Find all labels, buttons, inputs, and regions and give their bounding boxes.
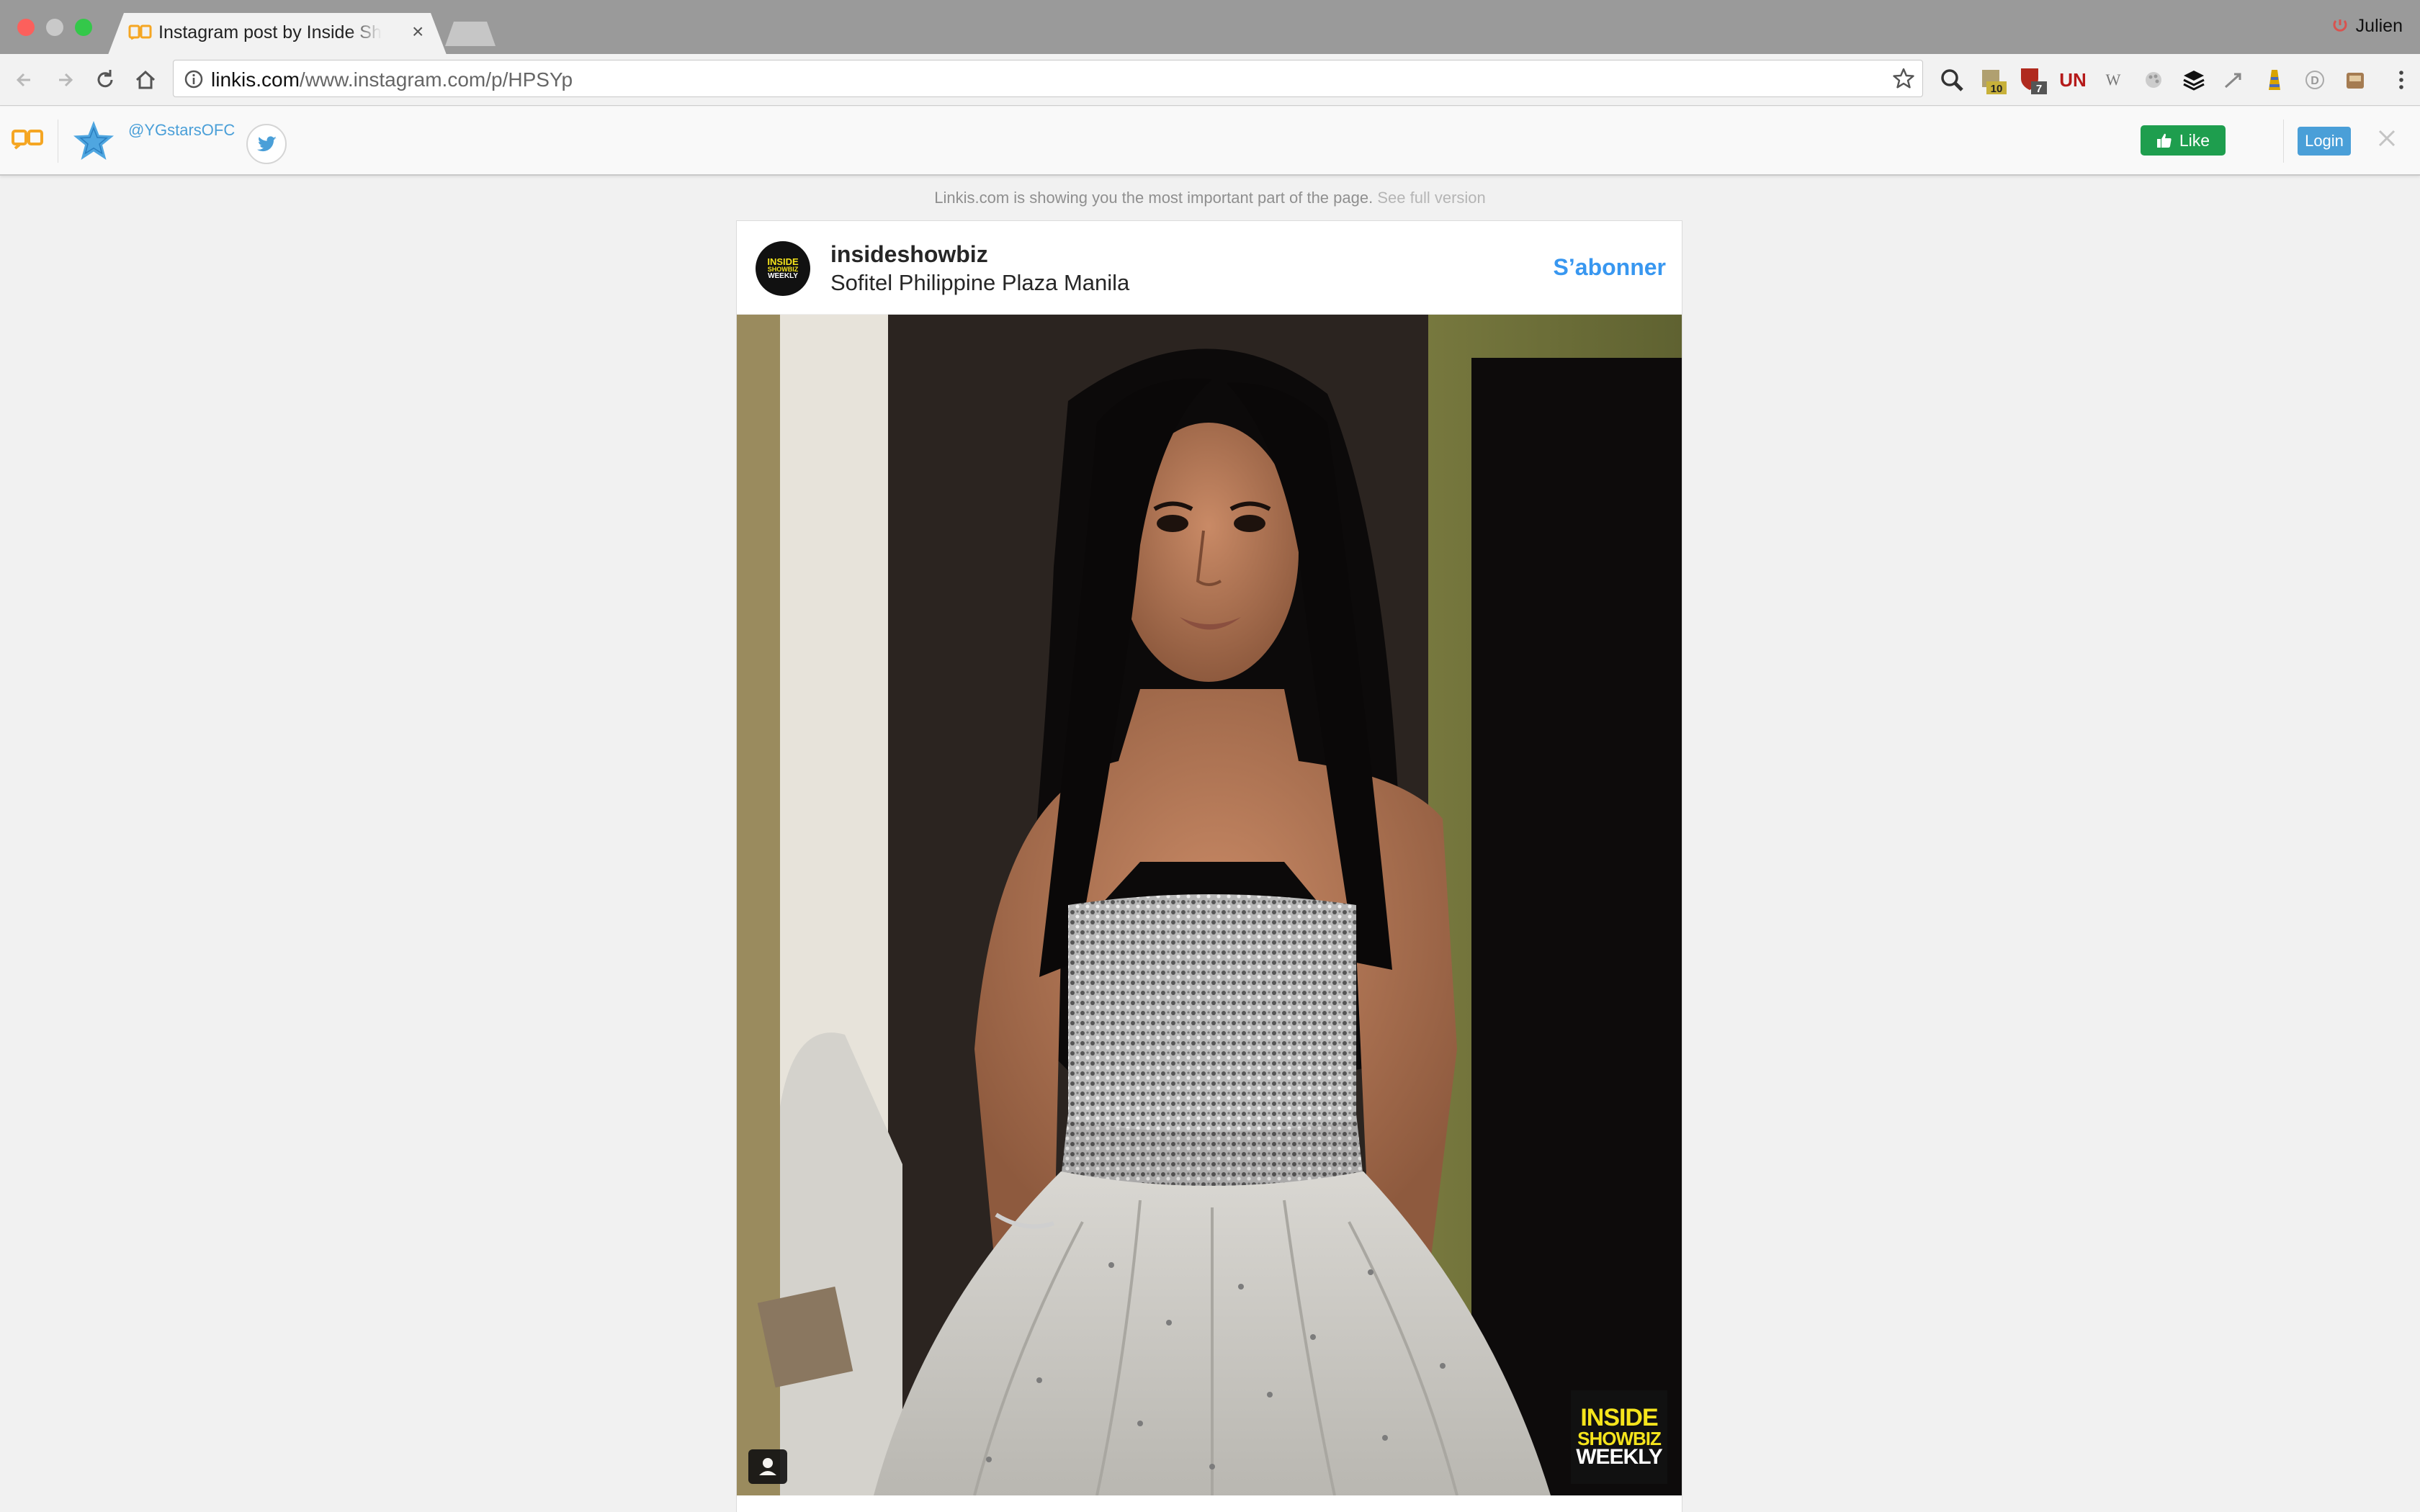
info-icon[interactable] — [184, 69, 204, 89]
post-header: INSIDE SHOWBIZ WEEKLY insideshowbiz Sofi… — [737, 221, 1682, 315]
login-button[interactable]: Login — [2298, 127, 2351, 156]
new-tab-button[interactable] — [445, 22, 496, 46]
profile-name: Julien — [2355, 16, 2403, 36]
wikipedia-icon[interactable]: W — [2097, 64, 2129, 96]
notice-text: Linkis.com is showing you the most impor… — [934, 189, 1373, 207]
user-tag-button[interactable] — [748, 1449, 787, 1484]
search-icon[interactable] — [1936, 64, 1968, 96]
svg-text:D: D — [2311, 75, 2319, 87]
shield-badge-count: 7 — [2036, 83, 2042, 95]
lighthouse-icon[interactable] — [2259, 64, 2290, 96]
browser-tab-active[interactable]: Instagram post by Inside Showbiz Weekly … — [108, 13, 447, 55]
browser-tab-strip: Instagram post by Inside Showbiz Weekly … — [0, 0, 2420, 55]
back-arrow-icon[interactable] — [9, 64, 40, 96]
home-icon[interactable] — [130, 64, 161, 96]
d-icon[interactable]: D — [2299, 64, 2331, 96]
archive-icon[interactable] — [2339, 64, 2371, 96]
like-button[interactable]: Like — [2141, 125, 2226, 156]
inside-showbiz-watermark: INSIDE SHOWBIZ WEEKLY — [1571, 1390, 1667, 1484]
profile-button[interactable]: Julien — [2331, 16, 2403, 37]
extensions-bar: 10 7 UN W D — [1936, 64, 2371, 96]
url-text: linkis.com/www.instagram.com/p/HPSYp — [211, 68, 573, 91]
person-icon — [759, 1458, 776, 1475]
close-window-button[interactable] — [17, 19, 35, 36]
address-bar[interactable]: linkis.com/www.instagram.com/p/HPSYp — [173, 60, 1923, 97]
linkis-notice: Linkis.com is showing you the most impor… — [0, 189, 2420, 207]
post-photo-illustration — [737, 315, 1682, 1495]
avatar[interactable]: INSIDE SHOWBIZ WEEKLY — [756, 241, 810, 296]
linkis-logo-icon[interactable] — [12, 128, 43, 150]
post-username[interactable]: insideshowbiz — [830, 241, 988, 268]
shield-badge-icon[interactable]: 7 — [2017, 64, 2048, 96]
buffer-icon[interactable] — [2178, 64, 2210, 96]
forward-arrow-icon[interactable] — [49, 64, 81, 96]
avatar-logo: INSIDE SHOWBIZ WEEKLY — [763, 254, 803, 283]
share-icon[interactable] — [2218, 64, 2250, 96]
linkis-bar: @YGstarsOFC Like Login — [0, 107, 2420, 176]
menu-dots-icon[interactable] — [2394, 64, 2408, 96]
bookmark-star-icon[interactable] — [1892, 67, 1915, 90]
calendar-badge-count: 10 — [1991, 83, 2003, 95]
tab-title: Instagram post by Inside Showbiz Weekly — [158, 22, 382, 42]
profile-icon — [2333, 19, 2347, 32]
watermark-line: INSIDE — [1580, 1404, 1658, 1432]
instagram-post-card: INSIDE SHOWBIZ WEEKLY insideshowbiz Sofi… — [736, 220, 1682, 1512]
tab-close-icon[interactable]: × — [412, 20, 424, 43]
divider — [2283, 120, 2284, 163]
reload-icon[interactable] — [89, 64, 121, 96]
post-photo[interactable]: INSIDE SHOWBIZ WEEKLY — [737, 315, 1682, 1495]
avatar-logo-line: WEEKLY — [768, 272, 798, 280]
star-avatar-icon[interactable] — [71, 118, 117, 164]
thumbs-up-icon — [2156, 133, 2172, 148]
post-location[interactable]: Sofitel Philippine Plaza Manila — [830, 270, 1129, 296]
watermark-line: WEEKLY — [1576, 1445, 1663, 1470]
calendar-badge-icon[interactable]: 10 — [1976, 64, 2008, 96]
un-icon[interactable]: UN — [2057, 64, 2089, 96]
close-icon[interactable] — [2372, 124, 2401, 153]
twitter-bird-icon — [257, 136, 277, 152]
like-label: Like — [2179, 130, 2210, 150]
url-host: linkis.com — [211, 68, 300, 91]
twitter-button[interactable] — [246, 124, 287, 164]
browser-toolbar: linkis.com/www.instagram.com/p/HPSYp 10 … — [0, 54, 2420, 106]
url-path: /www.instagram.com/p/HPSYp — [299, 68, 573, 91]
zoom-window-button[interactable] — [75, 19, 92, 36]
see-full-version-link[interactable]: See full version — [1377, 189, 1485, 207]
twitter-handle-link[interactable]: @YGstarsOFC — [128, 121, 235, 140]
follow-button[interactable]: S’abonner — [1554, 254, 1666, 281]
palette-icon[interactable] — [2138, 64, 2169, 96]
minimize-window-button[interactable] — [46, 19, 63, 36]
linkis-favicon-icon — [128, 24, 152, 40]
